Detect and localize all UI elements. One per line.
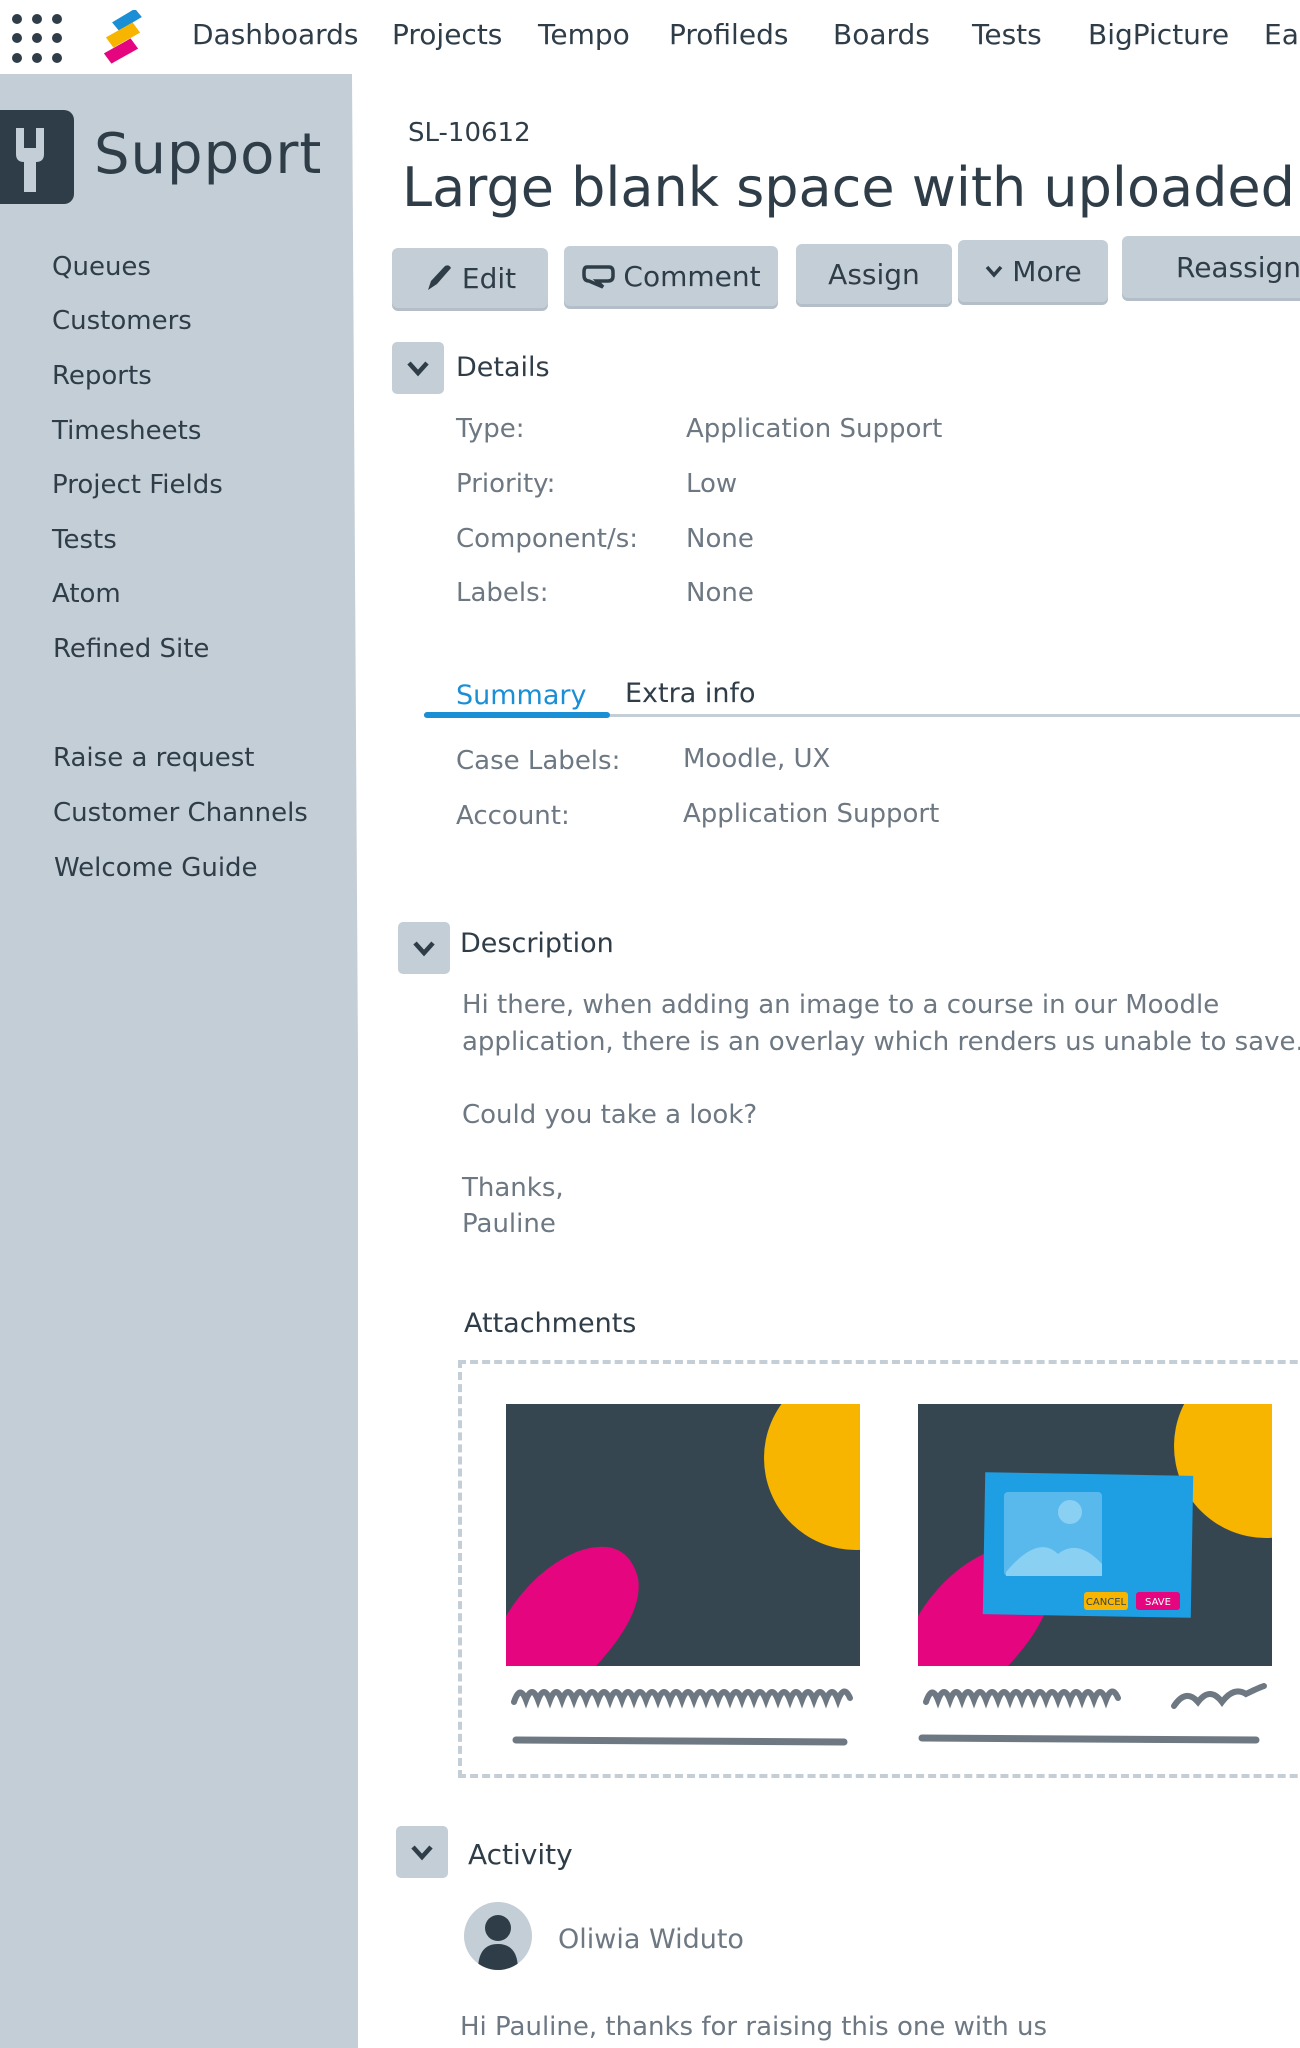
- sidebar-item-timesheets[interactable]: Timesheets: [52, 416, 201, 446]
- field-value-components[interactable]: None: [686, 524, 754, 554]
- tab-active-indicator: [424, 712, 610, 718]
- chevron-down-icon: [411, 1845, 433, 1861]
- field-label-account: Account:: [456, 801, 570, 831]
- chevron-down-icon: [985, 265, 1003, 278]
- top-navigation-bar: Dashboards Projects Tempo Profileds Boar…: [0, 0, 1300, 74]
- pencil-icon: [427, 265, 451, 290]
- comment-button-label: Comment: [623, 259, 761, 293]
- sidebar-item-refined-site[interactable]: Refined Site: [53, 634, 209, 664]
- field-label-labels: Labels:: [456, 578, 549, 608]
- nav-bigpicture[interactable]: BigPicture: [1088, 18, 1229, 51]
- field-value-type[interactable]: Application Support: [686, 414, 942, 444]
- description-heading: Description: [460, 928, 614, 959]
- attachment-thumbnail-1[interactable]: [506, 1404, 860, 1666]
- nav-tempo[interactable]: Tempo: [538, 18, 630, 51]
- support-project-icon: [0, 110, 74, 204]
- field-value-account[interactable]: Application Support: [683, 799, 939, 829]
- sidebar-item-welcome-guide[interactable]: Welcome Guide: [54, 853, 258, 883]
- nav-profileds[interactable]: Profileds: [669, 18, 788, 51]
- activity-heading: Activity: [468, 1838, 573, 1871]
- field-value-priority[interactable]: Low: [686, 469, 737, 499]
- description-line-3: Could you take a look?: [462, 1100, 758, 1130]
- nav-more-truncated[interactable]: Eas: [1264, 18, 1300, 51]
- user-icon: [478, 1915, 518, 1970]
- tab-summary[interactable]: Summary: [456, 680, 586, 711]
- reassign-button-label: Reassign: [1176, 250, 1300, 284]
- sidebar-item-tests[interactable]: Tests: [52, 525, 117, 555]
- sidebar-item-customers[interactable]: Customers: [52, 306, 192, 336]
- comment-body: Hi Pauline, thanks for raising this one …: [460, 2012, 1048, 2042]
- comment-button[interactable]: Comment: [564, 246, 778, 306]
- field-label-type: Type:: [456, 414, 525, 444]
- attachments-heading: Attachments: [464, 1308, 637, 1339]
- sidebar: Support Queues Customers Reports Timeshe…: [0, 74, 358, 2048]
- sidebar-item-reports[interactable]: Reports: [52, 361, 152, 391]
- dialog-cancel-label: CANCEL: [1086, 1597, 1127, 1608]
- chevron-down-icon: [407, 361, 429, 377]
- reassign-button[interactable]: Reassign: [1122, 236, 1300, 298]
- comment-author[interactable]: Oliwia Widuto: [558, 1924, 744, 1955]
- activity-collapse-toggle[interactable]: [396, 1826, 448, 1878]
- sidebar-item-project-fields[interactable]: Project Fields: [52, 470, 223, 500]
- description-line-4: Thanks,: [462, 1173, 564, 1203]
- tab-extra-info[interactable]: Extra info: [625, 678, 756, 709]
- image-preview-icon: [506, 1404, 860, 1666]
- app-logo-icon[interactable]: [98, 10, 150, 64]
- field-label-components: Component/s:: [456, 524, 639, 554]
- field-value-case-labels[interactable]: Moodle, UX: [683, 744, 830, 774]
- nav-dashboards[interactable]: Dashboards: [192, 18, 359, 51]
- app-switcher-icon[interactable]: [12, 14, 64, 64]
- attachment-caption-scribble-1: [511, 1688, 853, 1746]
- assign-button-label: Assign: [828, 257, 920, 291]
- sidebar-item-atom[interactable]: Atom: [52, 579, 121, 609]
- more-button-label: More: [1012, 254, 1082, 288]
- sidebar-item-customer-channels[interactable]: Customer Channels: [53, 798, 308, 828]
- sidebar-item-raise-request[interactable]: Raise a request: [53, 743, 255, 773]
- field-label-case-labels: Case Labels:: [456, 746, 621, 776]
- edit-button[interactable]: Edit: [392, 248, 548, 308]
- nav-boards[interactable]: Boards: [833, 18, 930, 51]
- issue-key: SL-10612: [408, 118, 531, 148]
- edit-button-label: Edit: [461, 261, 517, 295]
- nav-tests[interactable]: Tests: [972, 18, 1042, 51]
- chevron-down-icon: [413, 941, 435, 957]
- nav-projects[interactable]: Projects: [392, 18, 502, 51]
- speech-bubble-icon: [582, 265, 616, 289]
- sidebar-project-title: Support: [94, 122, 323, 187]
- avatar[interactable]: [464, 1902, 532, 1970]
- dialog-save-label: SAVE: [1145, 1597, 1171, 1608]
- description-collapse-toggle[interactable]: [398, 922, 450, 974]
- sidebar-item-queues[interactable]: Queues: [52, 252, 151, 282]
- more-button[interactable]: More: [958, 240, 1108, 302]
- attachment-thumbnail-2[interactable]: CANCEL SAVE: [918, 1404, 1272, 1666]
- issue-title: Large blank space with uploaded c: [402, 156, 1300, 219]
- attachment-caption-scribble-2: [918, 1683, 1267, 1744]
- details-heading: Details: [456, 352, 550, 383]
- field-value-labels[interactable]: None: [686, 578, 754, 608]
- description-line-2: application, there is an overlay which r…: [462, 1027, 1300, 1057]
- details-collapse-toggle[interactable]: [392, 342, 444, 394]
- description-line-5: Pauline: [462, 1209, 556, 1239]
- image-preview-icon: CANCEL SAVE: [918, 1404, 1272, 1666]
- description-line-1: Hi there, when adding an image to a cour…: [462, 990, 1220, 1020]
- assign-button[interactable]: Assign: [796, 244, 952, 304]
- field-label-priority: Priority:: [456, 469, 556, 499]
